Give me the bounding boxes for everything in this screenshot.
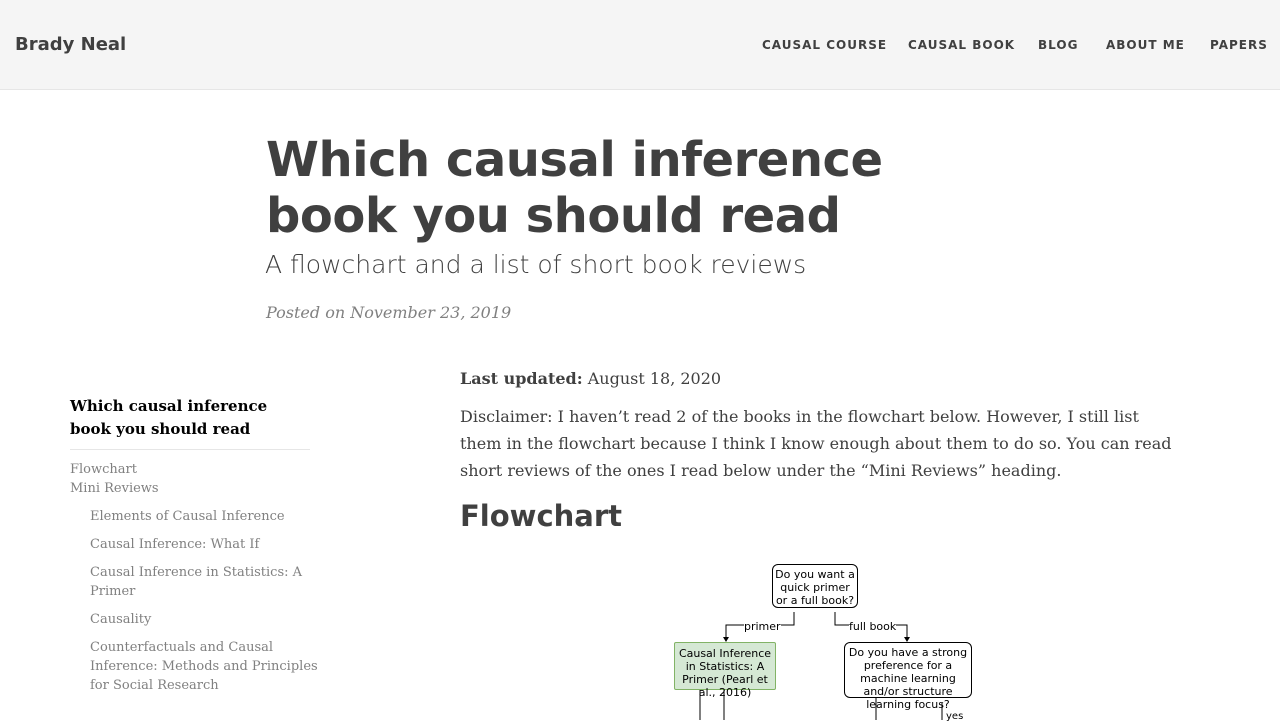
toc-subitem-causality[interactable]: Causality — [90, 610, 332, 629]
nav-causal-book[interactable]: CAUSAL BOOK — [908, 38, 1015, 52]
page-title: Which causal inference book you should r… — [266, 132, 883, 244]
last-updated-label: Last updated: — [460, 369, 583, 388]
toc-title: Which causal inference book you should r… — [70, 395, 310, 450]
post-date: Posted on November 23, 2019 — [266, 303, 512, 322]
nav-papers[interactable]: PAPERS — [1210, 38, 1268, 52]
toc-subitem-what-if[interactable]: Causal Inference: What If — [90, 535, 332, 554]
flowchart-diagram: Do you want a quick primer or a full boo… — [660, 558, 990, 723]
toc-subitem-primer[interactable]: Causal Inference in Statistics: A Primer — [90, 563, 332, 601]
toc-item-mini-reviews[interactable]: Mini Reviews Elements of Causal Inferenc… — [70, 479, 332, 695]
flowchart-heading: Flowchart — [460, 499, 623, 533]
disclaimer-paragraph: Disclaimer: I haven’t read 2 of the book… — [460, 407, 1172, 480]
page-subtitle: A flowchart and a list of short book rev… — [265, 250, 807, 279]
toc-item-mini-reviews-label: Mini Reviews — [70, 481, 159, 496]
flow-edge-full-label: full book — [849, 620, 897, 633]
toc-subitem-elements[interactable]: Elements of Causal Inference — [90, 507, 332, 526]
flow-edge-primer-label: primer — [744, 620, 781, 633]
brand-link[interactable]: Brady Neal — [15, 34, 126, 55]
nav-about-me[interactable]: ABOUT ME — [1106, 38, 1185, 52]
nav-causal-course[interactable]: CAUSAL COURSE — [762, 38, 887, 52]
table-of-contents: Which causal inference book you should r… — [70, 395, 332, 695]
nav-blog[interactable]: BLOG — [1038, 38, 1078, 52]
toc-subitem-counterfactuals[interactable]: Counterfactuals and Causal Inference: Me… — [90, 638, 332, 695]
flow-start-node: Do you want a quick primer or a full boo… — [772, 564, 858, 608]
flow-primer-book-node: Causal Inference in Statistics: A Primer… — [674, 642, 776, 699]
navbar: Brady Neal CAUSAL COURSE CAUSAL BOOK BLO… — [0, 0, 1280, 90]
last-updated: Last updated: August 18, 2020 — [460, 367, 1176, 391]
last-updated-date: August 18, 2020 — [582, 369, 722, 388]
toc-item-flowchart[interactable]: Flowchart — [70, 460, 332, 479]
flow-ml-question-node: Do you have a strong preference for a ma… — [844, 642, 972, 711]
post-content: Last updated: August 18, 2020 Disclaimer… — [460, 367, 1176, 536]
flow-edge-yes-label: yes — [946, 710, 964, 723]
